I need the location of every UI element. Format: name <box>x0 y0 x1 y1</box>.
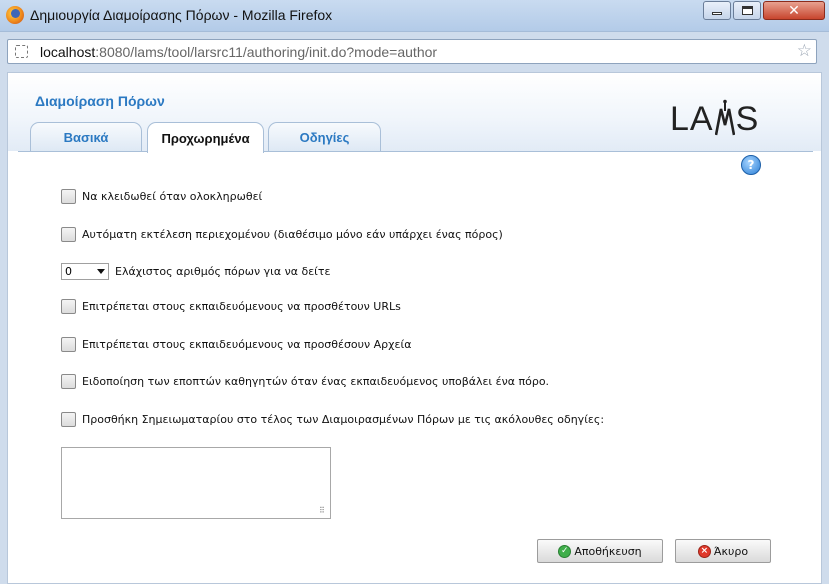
url-text[interactable]: localhost:8080/lams/tool/larsrc11/author… <box>40 44 437 60</box>
site-identity-icon[interactable] <box>15 45 28 58</box>
checkmark-icon: ✓ <box>558 544 572 558</box>
lams-logo: LA S <box>670 97 759 137</box>
allow-urls-checkbox[interactable] <box>61 299 76 314</box>
address-bar[interactable]: localhost:8080/lams/tool/larsrc11/author… <box>7 39 817 64</box>
lock-on-finish-checkbox[interactable] <box>61 189 76 204</box>
close-icon: ✕ <box>788 2 800 19</box>
run-auto-label: Αυτόματη εκτέλεση περιεχομένου (διαθέσιμ… <box>82 228 503 241</box>
save-button-label: Αποθήκευση <box>574 544 642 558</box>
url-path: :8080/lams/tool/larsrc11/authoring/init.… <box>95 44 438 60</box>
dropdown-arrow-icon <box>97 269 105 274</box>
logo-text-right: S <box>735 100 760 138</box>
allow-files-label: Επιτρέπεται στους εκπαιδευόμενους να προ… <box>82 338 412 351</box>
min-view-value: 0 <box>65 265 72 278</box>
logo-figure-icon <box>714 99 735 136</box>
min-view-label: Ελάχιστος αριθμός πόρων για να δείτε <box>115 265 331 278</box>
save-button[interactable]: ✓ Αποθήκευση <box>537 539 663 563</box>
close-window-button[interactable]: ✕ <box>763 1 825 20</box>
tab-instructions[interactable]: Οδηγίες <box>268 122 381 152</box>
tab-basic[interactable]: Βασικά <box>30 122 142 152</box>
resize-grip-icon[interactable]: ⠿ <box>319 507 327 515</box>
minimize-button[interactable] <box>703 1 731 20</box>
bookmark-star-icon[interactable]: ☆ <box>797 41 812 61</box>
allow-urls-label: Επιτρέπεται στους εκπαιδευόμενους να προ… <box>82 300 401 313</box>
notebook-instructions-textarea[interactable]: ⠿ <box>61 447 331 519</box>
notebook-label: Προσθήκη Σημειωματαρίου στο τέλος των Δι… <box>82 413 605 426</box>
notebook-checkbox[interactable] <box>61 412 76 427</box>
allow-files-checkbox[interactable] <box>61 337 76 352</box>
run-auto-checkbox[interactable] <box>61 227 76 242</box>
option-notebook: Προσθήκη Σημειωματαρίου στο τέλος των Δι… <box>61 412 604 427</box>
firefox-icon <box>6 6 24 24</box>
option-run-auto: Αυτόματη εκτέλεση περιεχομένου (διαθέσιμ… <box>61 227 503 242</box>
address-bar-container: localhost:8080/lams/tool/larsrc11/author… <box>0 32 829 72</box>
option-lock-on-finish: Να κλειδωθεί όταν ολοκληρωθεί <box>61 189 262 204</box>
page-content: Διαμοίραση Πόρων LA S Βασικά Προχωρημένα… <box>7 72 822 584</box>
option-allow-urls: Επιτρέπεται στους εκπαιδευόμενους να προ… <box>61 299 401 314</box>
cancel-button[interactable]: × Άκυρο <box>675 539 771 563</box>
option-allow-files: Επιτρέπεται στους εκπαιδευόμενους να προ… <box>61 337 411 352</box>
help-icon[interactable]: ? <box>741 155 761 175</box>
notify-teachers-label: Ειδοποίηση των εποπτών καθηγητών όταν έν… <box>82 375 550 388</box>
window-title: Δημιουργία Διαμοίρασης Πόρων - Mozilla F… <box>30 7 333 23</box>
logo-text-left: LA <box>670 100 714 138</box>
window-titlebar: Δημιουργία Διαμοίρασης Πόρων - Mozilla F… <box>0 0 829 32</box>
minimize-icon <box>712 12 722 15</box>
option-notify-teachers: Ειδοποίηση των εποπτών καθηγητών όταν έν… <box>61 374 549 389</box>
maximize-button[interactable] <box>733 1 761 20</box>
cancel-x-icon: × <box>697 544 711 558</box>
min-view-select[interactable]: 0 <box>61 263 109 280</box>
page-title: Διαμοίραση Πόρων <box>35 93 165 109</box>
url-host: localhost <box>40 44 96 60</box>
tab-advanced[interactable]: Προχωρημένα <box>147 122 264 153</box>
lock-on-finish-label: Να κλειδωθεί όταν ολοκληρωθεί <box>82 190 263 203</box>
cancel-button-label: Άκυρο <box>713 544 749 558</box>
maximize-icon <box>741 6 753 15</box>
tab-divider <box>18 151 813 152</box>
notify-teachers-checkbox[interactable] <box>61 374 76 389</box>
